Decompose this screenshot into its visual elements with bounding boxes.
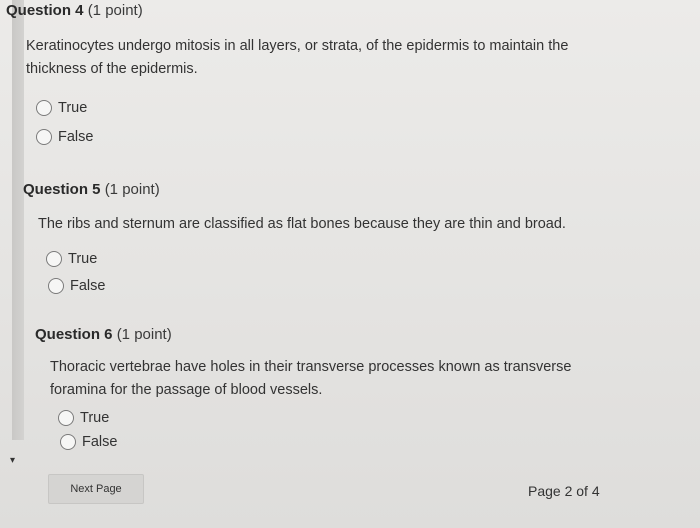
question-4-title: Question 4 (1 point)	[6, 2, 143, 19]
next-page-button[interactable]: Next Page	[48, 474, 144, 504]
option-label: False	[58, 129, 94, 145]
question-5-points: (1 point)	[104, 181, 160, 198]
left-scroll-rail	[12, 0, 24, 440]
question-6-text-line: Thoracic vertebrae have holes in their t…	[50, 359, 572, 375]
question-4-text-line: thickness of the epidermis.	[26, 61, 198, 77]
question-5-number: Question 5	[23, 181, 101, 198]
question-6-text-line: foramina for the passage of blood vessel…	[50, 382, 323, 398]
radio-button-icon[interactable]	[46, 251, 62, 267]
radio-button-icon[interactable]	[60, 434, 76, 450]
question-4-text: Keratinocytes undergo mitosis in all lay…	[26, 35, 568, 81]
quiz-page: ▾ Question 4 (1 point) Keratinocytes und…	[0, 0, 700, 528]
question-4-option-false[interactable]: False	[36, 129, 93, 145]
rail-marker: ▾	[10, 455, 16, 466]
option-label: True	[58, 100, 88, 116]
question-6-option-true[interactable]: True	[58, 410, 109, 426]
question-5-title: Question 5 (1 point)	[23, 181, 160, 198]
question-6-points: (1 point)	[116, 326, 172, 343]
question-4-points: (1 point)	[87, 2, 143, 19]
question-5-option-false[interactable]: False	[48, 278, 105, 294]
question-6-number: Question 6	[35, 326, 113, 343]
question-5-text-line: The ribs and sternum are classified as f…	[38, 216, 566, 232]
question-4-text-line: Keratinocytes undergo mitosis in all lay…	[26, 38, 569, 54]
radio-button-icon[interactable]	[36, 100, 52, 116]
question-5-text: The ribs and sternum are classified as f…	[38, 213, 566, 236]
option-label: False	[82, 434, 118, 450]
option-label: True	[68, 251, 98, 267]
question-5-option-true[interactable]: True	[46, 251, 97, 267]
option-label: False	[70, 278, 106, 294]
question-6-option-false[interactable]: False	[60, 434, 117, 450]
question-4-option-true[interactable]: True	[36, 100, 87, 116]
radio-button-icon[interactable]	[48, 278, 64, 294]
radio-button-icon[interactable]	[58, 410, 74, 426]
question-6-text: Thoracic vertebrae have holes in their t…	[50, 356, 571, 402]
radio-button-icon[interactable]	[36, 129, 52, 145]
option-label: True	[80, 410, 110, 426]
question-4-number: Question 4	[6, 2, 84, 19]
question-6-title: Question 6 (1 point)	[35, 326, 172, 343]
page-indicator: Page 2 of 4	[528, 483, 600, 499]
